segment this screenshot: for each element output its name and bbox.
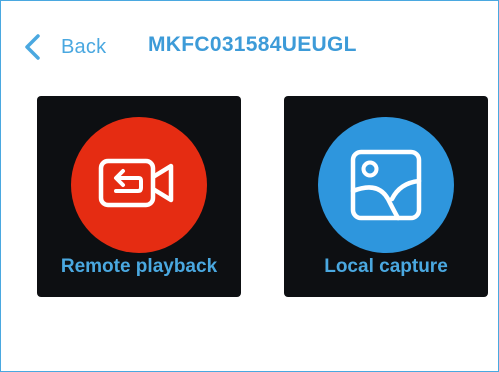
page-title: MKFC031584UEUGL bbox=[148, 33, 357, 56]
image-icon bbox=[348, 147, 424, 223]
remote-playback-circle bbox=[71, 117, 207, 253]
back-label: Back bbox=[61, 35, 107, 58]
back-button[interactable]: Back bbox=[23, 31, 106, 63]
local-capture-label: Local capture bbox=[324, 256, 448, 277]
local-capture-circle bbox=[318, 117, 454, 253]
video-playback-icon bbox=[97, 155, 181, 215]
remote-playback-tile[interactable]: Remote playback bbox=[37, 96, 241, 297]
chevron-left-icon bbox=[23, 33, 43, 61]
local-capture-tile[interactable]: Local capture bbox=[284, 96, 488, 297]
header: Back MKFC031584UEUGL bbox=[1, 1, 498, 91]
app-screen: Back MKFC031584UEUGL Remote playback Loc… bbox=[0, 0, 499, 372]
remote-playback-label: Remote playback bbox=[60, 256, 218, 277]
